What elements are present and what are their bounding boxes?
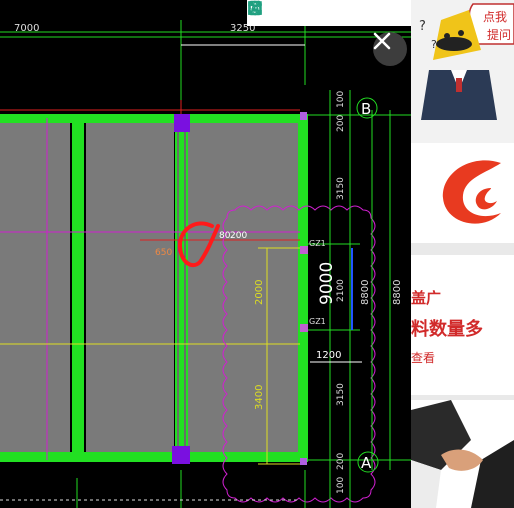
dim-right-200-top: 200 [336,115,346,132]
dim-9000: 9000 [317,262,337,305]
dim-right-100-bottom: 100 [336,477,346,494]
dim-right-3150-bottom: 3150 [336,383,346,406]
label-650: 650 [155,248,172,258]
ad-sidebar: ? ? 点我 提问 盖广 料数量多 查看 [411,0,514,508]
swirl-logo-icon [411,143,514,243]
dim-right-3150-top: 3150 [336,177,346,200]
gear-icon [248,0,262,16]
viewer-toolbar [247,0,411,26]
svg-text:?: ? [431,38,437,51]
dim-right-200-bottom: 200 [336,453,346,470]
fullscreen-button[interactable] [248,1,307,24]
ad-subheadline: 料数量多 [411,319,483,340]
dim-right-2100: 2100 [336,279,346,302]
bubble-line-1: 点我 [483,10,508,24]
close-icon [373,32,391,50]
handshake-photo [411,400,514,508]
label-200: 200 [230,231,247,241]
drawing-viewer[interactable]: 7000 3250 2000 3400 B A 100 200 3150 210… [0,0,411,508]
dim-2000: 2000 [254,280,265,305]
ad-headline: 盖广 [411,289,442,307]
ad-link[interactable]: 查看 [411,349,435,366]
cad-drawing: 7000 3250 2000 3400 B A 100 200 3150 210… [0,20,411,508]
bubble-line-2: 提问 [487,28,512,42]
dim-1200: 1200 [316,350,341,361]
dim-total-8800-b: 8800 [392,280,403,305]
dim-total-8800-a: 8800 [360,280,371,305]
share-button[interactable] [248,0,373,24]
grid-label-b: B [361,100,371,118]
top-dim-left: 7000 [14,23,39,34]
grid-label-a: A [361,454,372,472]
settings-button[interactable] [248,0,406,24]
label-80: 80 [219,231,231,241]
svg-text:?: ? [419,19,426,34]
label-gz1-bottom: GZ1 [309,317,326,326]
dim-3400: 3400 [254,385,265,410]
dim-right-100-top: 100 [336,91,346,108]
ad-mascot[interactable]: ? ? 点我 提问 [411,0,514,143]
ad-logo[interactable] [411,143,514,243]
ad-text-banner[interactable]: 盖广 料数量多 查看 [411,255,514,395]
label-gz1-top: GZ1 [309,239,326,248]
save-button[interactable] [248,1,340,24]
close-viewer-button[interactable] [373,32,407,66]
ad-handshake[interactable] [411,400,514,508]
